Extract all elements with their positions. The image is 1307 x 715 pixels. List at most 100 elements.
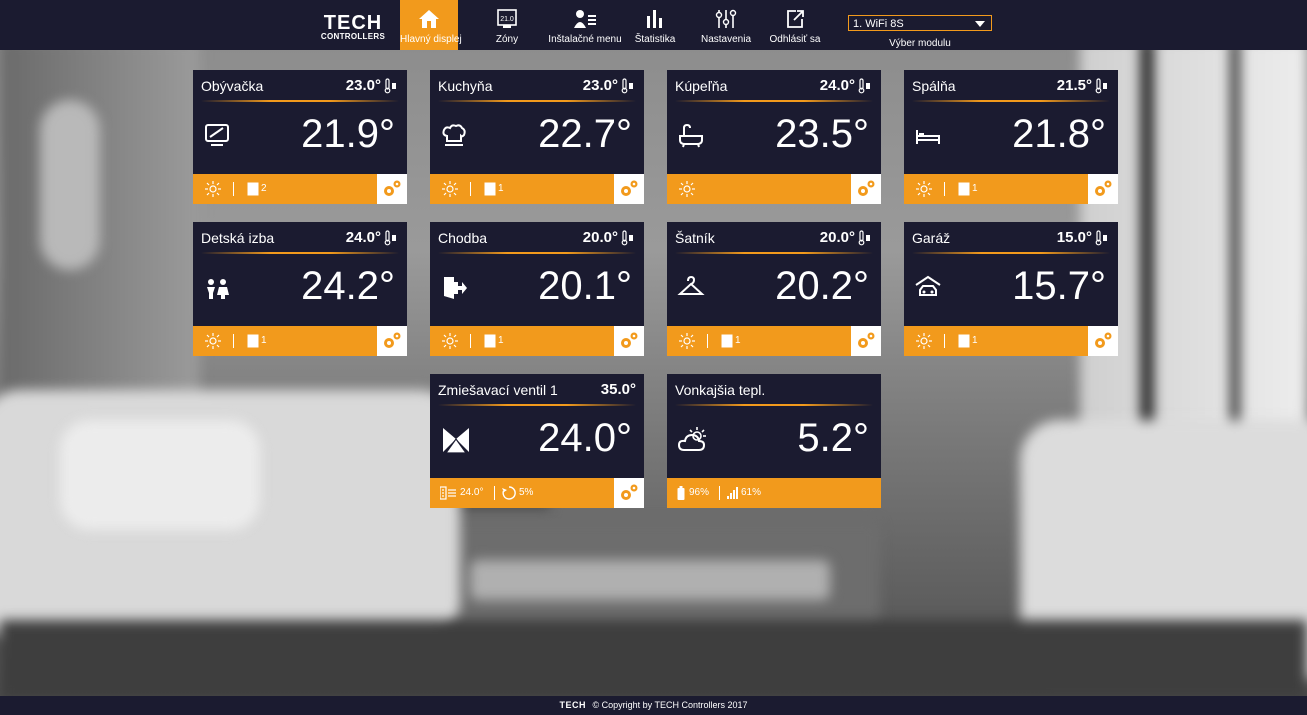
- thermometer-hand-icon: [1095, 78, 1107, 94]
- divider: [912, 252, 1110, 254]
- zone-current-temp: 21.9°: [301, 112, 395, 156]
- sun-icon: [442, 333, 458, 349]
- zone-settings-button[interactable]: [1088, 174, 1118, 204]
- zone-tile-kupelna[interactable]: Kúpeľňa 24.0° 23.5°: [667, 70, 881, 204]
- gear-icon: [1095, 180, 1112, 196]
- zone-status-bar: 1: [904, 326, 1118, 356]
- thermometer-hand-icon: [858, 230, 870, 246]
- battery-icon: [677, 486, 685, 500]
- tv-icon: [205, 124, 229, 146]
- battery-level: 96%: [689, 487, 710, 498]
- module-select-value: 1. WiFi 8S: [853, 18, 904, 30]
- zones-display-icon: 21.0: [484, 8, 530, 34]
- valve-settings-button[interactable]: [614, 478, 644, 508]
- zone-tile-detska-izba[interactable]: Detská izba 24.0° 24.2° 1: [193, 222, 407, 356]
- divider: [438, 252, 636, 254]
- hanger-icon: [677, 275, 705, 295]
- zone-setpoint: 23.0°: [582, 77, 618, 94]
- gear-icon: [621, 484, 638, 500]
- nav-installer-menu[interactable]: Inštalačné menu: [540, 0, 630, 50]
- return-temp-value: 24.0°: [460, 487, 484, 498]
- footer-logo: TECH: [559, 700, 586, 710]
- divider: [438, 100, 636, 102]
- children-icon: [207, 279, 229, 299]
- thermometer-hand-icon: [858, 78, 870, 94]
- divider: [233, 334, 234, 348]
- zone-name: Spálňa: [912, 78, 956, 94]
- divider: [494, 486, 495, 500]
- zone-current-temp: 24.2°: [301, 264, 395, 308]
- divider: [944, 182, 945, 196]
- zone-settings-button[interactable]: [377, 326, 407, 356]
- zone-settings-button[interactable]: [614, 326, 644, 356]
- zone-status-bar: [667, 174, 881, 204]
- window-sensor-icon: [247, 334, 259, 348]
- thermometer-hand-icon: [1095, 230, 1107, 246]
- window-sensor-icon: [958, 334, 970, 348]
- zone-setpoint: 23.0°: [345, 77, 381, 94]
- nav-zones[interactable]: 21.0 Zóny: [484, 0, 530, 50]
- svg-text:21.0: 21.0: [500, 16, 514, 23]
- zone-settings-button[interactable]: [614, 174, 644, 204]
- return-temp-icon: [440, 486, 456, 500]
- zone-status-bar: 1: [904, 174, 1118, 204]
- zone-setpoint: 20.0°: [582, 229, 618, 246]
- window-sensor-count: 2: [261, 183, 267, 194]
- zone-status-bar: 1: [667, 326, 881, 356]
- zone-tile-kuchyna[interactable]: Kuchyňa 23.0° 22.7° 1: [430, 70, 644, 204]
- zone-status-bar: 1: [430, 326, 644, 356]
- zone-settings-button[interactable]: [851, 326, 881, 356]
- partly-cloudy-icon: [677, 427, 706, 451]
- nav-settings[interactable]: Nastavenia: [694, 0, 758, 50]
- gear-icon: [621, 332, 638, 348]
- window-sensor-count: 1: [498, 183, 504, 194]
- sun-icon: [679, 181, 695, 197]
- divider: [707, 334, 708, 348]
- gear-icon: [384, 180, 401, 196]
- gear-icon: [621, 180, 638, 196]
- zone-tile-garaz[interactable]: Garáž 15.0° 15.7° 1: [904, 222, 1118, 356]
- window-sensor-count: 1: [498, 335, 504, 346]
- bed-icon: [916, 130, 940, 144]
- outdoor-current-temp: 5.2°: [797, 416, 869, 460]
- zone-settings-button[interactable]: [851, 174, 881, 204]
- logout-icon: [760, 8, 830, 34]
- window-sensor-icon: [484, 334, 496, 348]
- zone-settings-button[interactable]: [377, 174, 407, 204]
- divider: [470, 182, 471, 196]
- zone-setpoint: 24.0°: [819, 77, 855, 94]
- nav-logout[interactable]: Odhlásiť sa: [760, 0, 830, 50]
- zone-tile-chodba[interactable]: Chodba 20.0° 20.1° 1: [430, 222, 644, 356]
- window-sensor-count: 1: [735, 335, 741, 346]
- zone-current-temp: 20.1°: [538, 264, 632, 308]
- statistics-bars-icon: [630, 8, 680, 34]
- zone-current-temp: 23.5°: [775, 112, 869, 156]
- window-sensor-count: 1: [972, 335, 978, 346]
- zone-name: Detská izba: [201, 230, 275, 246]
- door-exit-icon: [444, 277, 467, 299]
- valve-setpoint: 35.0°: [600, 381, 636, 398]
- divider: [201, 252, 399, 254]
- zone-setpoint: 20.0°: [819, 229, 855, 246]
- zone-name: Chodba: [438, 230, 488, 246]
- valve-tile[interactable]: Zmiešavací ventil 1 35.0° 24.0° 24.0° 5%: [430, 374, 644, 508]
- zone-settings-button[interactable]: [1088, 326, 1118, 356]
- zone-tile-satnik[interactable]: Šatník 20.0° 20.2° 1: [667, 222, 881, 356]
- gear-icon: [1095, 332, 1112, 348]
- zone-tile-spalna[interactable]: Spálňa 21.5° 21.8° 1: [904, 70, 1118, 204]
- zone-status-bar: 2: [193, 174, 407, 204]
- outdoor-temp-tile[interactable]: Vonkajšia tepl. 5.2° 96% 61%: [667, 374, 881, 508]
- top-navigation-bar: TECH CONTROLLERS Hlavný displej 21.0 Zón…: [0, 0, 1307, 50]
- zone-name: Kúpeľňa: [675, 78, 728, 94]
- module-select-dropdown[interactable]: 1. WiFi 8S: [848, 15, 992, 31]
- bathtub-icon: [679, 123, 703, 148]
- nav-main-display[interactable]: Hlavný displej: [400, 0, 462, 50]
- zone-current-temp: 21.8°: [1012, 112, 1106, 156]
- zone-tile-obyvacka[interactable]: Obývačka 23.0° 21.9° 2: [193, 70, 407, 204]
- window-sensor-count: 1: [972, 183, 978, 194]
- sun-icon: [916, 333, 932, 349]
- zone-status-bar: 1: [193, 326, 407, 356]
- zone-setpoint: 15.0°: [1056, 229, 1092, 246]
- nav-statistics[interactable]: Štatistika: [630, 0, 680, 50]
- zone-name: Obývačka: [201, 78, 264, 94]
